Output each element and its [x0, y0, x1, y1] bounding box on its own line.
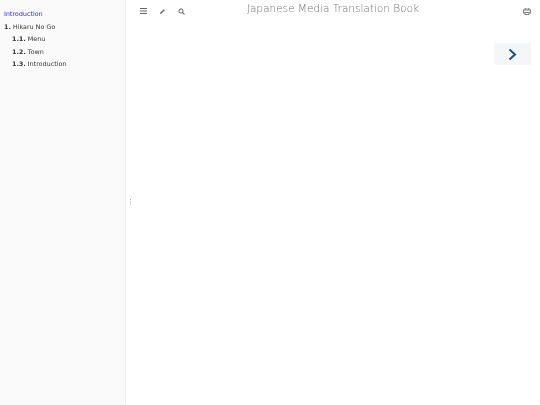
table-of-contents: Introduction 1. Hikaru No Go 1.1. Menu 1.2… — [0, 0, 125, 71]
hamburger-icon[interactable] — [138, 6, 148, 16]
sidebar-item-introduction[interactable]: Introduction — [4, 8, 125, 21]
sidebar-item-number: 1. — [4, 22, 11, 31]
sidebar-item-town[interactable]: 1.2. Town — [4, 46, 125, 59]
sidebar-item-label: Menu — [27, 35, 46, 43]
page-title: Japanese Media Translation Book — [246, 3, 420, 15]
printer-icon[interactable] — [522, 6, 532, 16]
next-page-button[interactable] — [494, 43, 531, 65]
sidebar-resize-handle[interactable]: ⋮ — [127, 198, 134, 207]
sidebar-item-menu[interactable]: 1.1. Menu — [4, 33, 125, 46]
sidebar-item-number: 1.3. — [12, 60, 26, 68]
sidebar-item-number: 1.2. — [12, 47, 26, 56]
search-icon[interactable] — [176, 6, 186, 16]
chevron-right-icon — [508, 48, 517, 60]
sidebar-item-label: Hikaru No Go — [12, 22, 56, 31]
pencil-icon[interactable] — [157, 6, 167, 16]
sidebar-item-label: Town — [27, 47, 44, 56]
sidebar-item-label: Introduction — [27, 60, 67, 68]
sidebar-item-label: Introduction — [4, 10, 43, 18]
sidebar-item-introduction-sub[interactable]: 1.3. Introduction — [4, 58, 125, 71]
sidebar: Introduction 1. Hikaru No Go 1.1. Menu 1.2… — [0, 0, 126, 405]
sidebar-item-number: 1.1. — [12, 35, 26, 43]
top-bar: Japanese Media Translation Book — [126, 0, 540, 22]
sidebar-item-hikaru-no-go[interactable]: 1. Hikaru No Go — [4, 21, 125, 34]
